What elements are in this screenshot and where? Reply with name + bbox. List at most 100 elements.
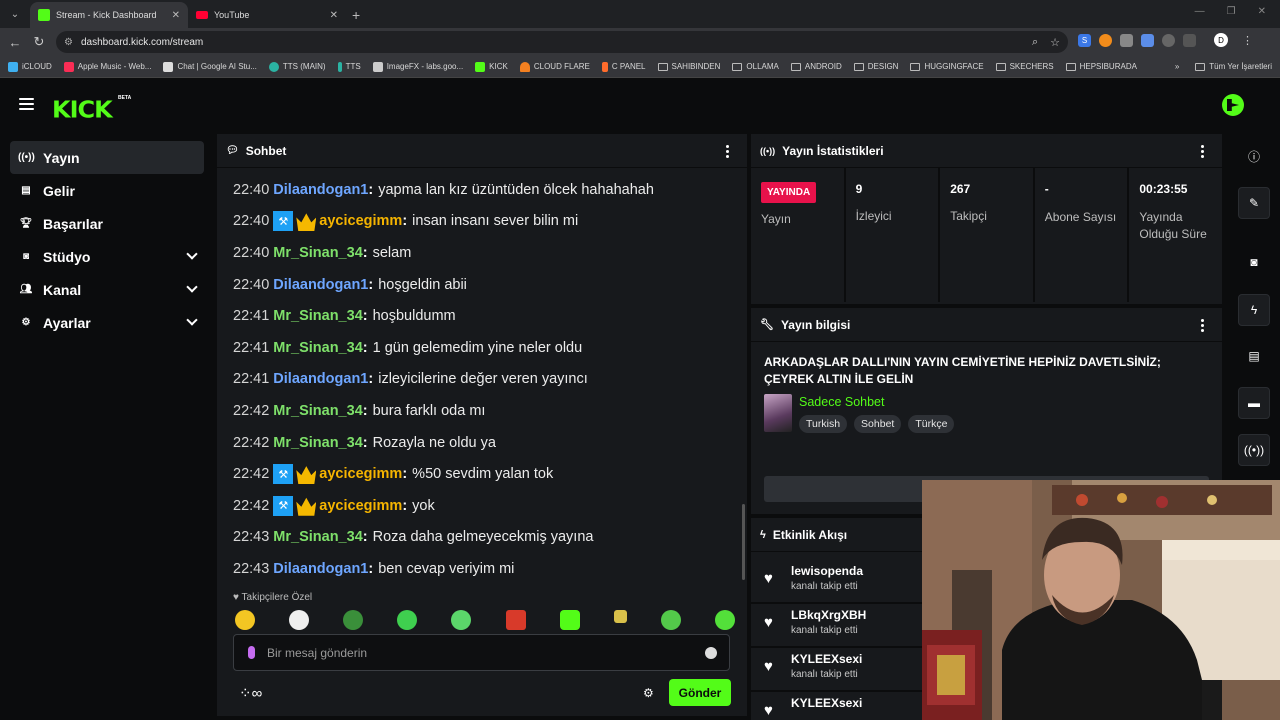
close-tab-icon[interactable]: ✕ bbox=[172, 10, 180, 21]
bookmark-folder-huggingface[interactable]: HUGGINGFACE bbox=[910, 62, 984, 71]
message-username[interactable]: Mr_Sinan_34 bbox=[273, 340, 362, 356]
message-username[interactable]: Dilaandogan1 bbox=[273, 371, 368, 387]
new-tab-icon[interactable]: + bbox=[352, 7, 360, 23]
emoji-icon[interactable] bbox=[705, 647, 717, 659]
browser-menu-icon[interactable]: ⋮ bbox=[1242, 34, 1253, 47]
chat-settings-gear-icon[interactable]: ⚙ bbox=[643, 686, 654, 700]
message-username[interactable]: aycicegimm bbox=[319, 213, 402, 229]
send-button[interactable]: Gönder bbox=[669, 679, 731, 706]
message-username[interactable]: Mr_Sinan_34 bbox=[273, 308, 362, 324]
bookmark-icloud[interactable]: iCLOUD bbox=[8, 61, 52, 72]
extension-s-icon[interactable]: S bbox=[1078, 33, 1091, 47]
message-username[interactable]: aycicegimm bbox=[319, 466, 402, 482]
bookmark-google-ai-studio[interactable]: Chat | Google AI Stu... bbox=[163, 61, 257, 72]
message-username[interactable]: Mr_Sinan_34 bbox=[273, 435, 362, 451]
zoom-icon[interactable]: ⌕ bbox=[1032, 36, 1038, 49]
bookmark-folder-hepsiburada[interactable]: HEPSIBURADA bbox=[1065, 62, 1137, 71]
sidebar-item-yayin[interactable]: ((•)) Yayın bbox=[10, 141, 204, 174]
bookmark-tts-main[interactable]: TTS (MAIN) bbox=[268, 61, 326, 72]
bookmark-folder-design[interactable]: DESIGN bbox=[853, 62, 898, 71]
extensions-puzzle-icon[interactable] bbox=[1183, 33, 1196, 47]
info-icon[interactable]: ⓘ bbox=[1238, 140, 1270, 172]
close-window-icon[interactable]: ✕ bbox=[1258, 6, 1266, 17]
info-menu-icon[interactable] bbox=[1201, 319, 1204, 332]
sidebar-item-gelir[interactable]: ▤ Gelir bbox=[10, 174, 204, 207]
kick-logo[interactable]: KICK bbox=[52, 97, 113, 124]
bookmark-cpanel[interactable]: C PANEL bbox=[601, 61, 646, 72]
moderator-badge-icon[interactable]: ⚒ bbox=[273, 464, 294, 485]
message-username[interactable]: Dilaandogan1 bbox=[273, 277, 368, 293]
emote-2[interactable] bbox=[289, 610, 310, 630]
emote-8[interactable] bbox=[613, 610, 627, 623]
close-tab-icon[interactable]: ✕ bbox=[330, 10, 338, 21]
tab-kick-dashboard[interactable]: Stream - Kick Dashboard ✕ bbox=[30, 2, 188, 28]
all-bookmarks-folder[interactable]: Tüm Yer İşaretleri bbox=[1195, 62, 1272, 71]
moderator-badge-icon[interactable]: ⚒ bbox=[273, 211, 294, 232]
notes-icon[interactable]: ▤ bbox=[1238, 340, 1270, 372]
bookmark-star-icon[interactable]: ☆ bbox=[1050, 36, 1060, 49]
site-info-icon[interactable]: ⚙ bbox=[64, 37, 73, 48]
more-bookmarks-icon[interactable]: » bbox=[1175, 62, 1179, 71]
message-username[interactable]: Dilaandogan1 bbox=[273, 561, 368, 577]
tag-chip[interactable]: Türkçe bbox=[908, 415, 955, 433]
emote-5[interactable] bbox=[451, 610, 472, 630]
message-username[interactable]: aycicegimm bbox=[319, 498, 402, 514]
extension-circle-icon[interactable] bbox=[1162, 33, 1175, 47]
pencil-icon[interactable]: ✎ bbox=[1238, 187, 1270, 219]
lightning-icon[interactable]: ϟ bbox=[1238, 294, 1270, 326]
menu-icon[interactable] bbox=[19, 98, 34, 110]
tag-chip[interactable]: Turkish bbox=[799, 415, 848, 433]
crown-badge-icon[interactable] bbox=[296, 466, 317, 485]
tab-youtube[interactable]: YouTube ✕ bbox=[188, 2, 346, 28]
message-username[interactable]: Dilaandogan1 bbox=[273, 182, 368, 198]
address-bar[interactable]: ⚙ dashboard.kick.com/stream ⌕ ☆ bbox=[56, 31, 1068, 53]
crown-badge-icon[interactable] bbox=[296, 497, 317, 516]
category-thumbnail[interactable] bbox=[764, 394, 792, 432]
bookmark-folder-ollama[interactable]: OLLAMA bbox=[732, 62, 779, 71]
chat-menu-icon[interactable] bbox=[726, 145, 729, 158]
extension-translate-icon[interactable] bbox=[1141, 33, 1154, 47]
broadcast-icon[interactable]: ((•)) bbox=[1238, 434, 1270, 466]
sidebar-item-ayarlar[interactable]: ⚙ Ayarlar bbox=[10, 306, 204, 339]
bookmark-kick[interactable]: KICK bbox=[475, 61, 508, 72]
crown-badge-icon[interactable] bbox=[296, 213, 317, 232]
chat-input[interactable]: Bir mesaj gönderin bbox=[233, 634, 730, 671]
chat-scrollbar[interactable] bbox=[742, 504, 745, 580]
back-icon[interactable]: ← bbox=[3, 35, 27, 50]
bookmark-folder-android[interactable]: ANDROID bbox=[790, 62, 842, 71]
message-username[interactable]: Mr_Sinan_34 bbox=[273, 403, 362, 419]
infinity-icon[interactable]: ⁘∞ bbox=[239, 684, 262, 702]
activity-username[interactable]: LBkqXrgXBH bbox=[791, 608, 866, 622]
message-username[interactable]: Mr_Sinan_34 bbox=[273, 529, 362, 545]
activity-username[interactable]: KYLEEXsexi bbox=[791, 652, 862, 666]
emote-9[interactable] bbox=[660, 610, 681, 630]
emote-3[interactable] bbox=[343, 610, 364, 630]
emote-4[interactable] bbox=[397, 610, 418, 630]
bookmark-folder-skechers[interactable]: SKECHERS bbox=[995, 62, 1054, 71]
bookmark-folder-sahibinden[interactable]: SAHIBINDEN bbox=[657, 62, 720, 71]
emote-10[interactable] bbox=[714, 610, 735, 630]
sidebar-item-kanal[interactable]: 👥︎ Kanal bbox=[10, 273, 204, 306]
user-avatar[interactable] bbox=[1222, 94, 1244, 116]
camera-icon[interactable]: ◙ bbox=[1238, 246, 1270, 278]
emote-7[interactable] bbox=[559, 610, 580, 630]
activity-username[interactable]: lewisopenda bbox=[791, 564, 863, 578]
profile-avatar-icon[interactable]: D bbox=[1214, 33, 1228, 47]
tag-chip[interactable]: Sohbet bbox=[854, 415, 902, 433]
bookmark-imagefx[interactable]: ImageFX - labs.goo... bbox=[372, 61, 463, 72]
message-username[interactable]: Mr_Sinan_34 bbox=[273, 245, 362, 261]
sidebar-item-basarilar[interactable]: 🏆︎ Başarılar bbox=[10, 207, 204, 240]
category-link[interactable]: Sadece Sohbet bbox=[799, 395, 885, 409]
bookmark-tts[interactable]: TTS bbox=[337, 61, 361, 72]
moderator-badge-icon[interactable]: ⚒ bbox=[273, 495, 294, 516]
extension-orange-icon[interactable] bbox=[1099, 33, 1112, 47]
minimize-icon[interactable]: — bbox=[1195, 6, 1205, 17]
tab-search-icon[interactable]: ⌄ bbox=[4, 3, 26, 25]
restore-icon[interactable]: ❐ bbox=[1227, 6, 1236, 17]
chat-bubble-icon[interactable]: ▬ bbox=[1238, 387, 1270, 419]
reload-icon[interactable]: ↻ bbox=[27, 34, 51, 50]
extension-grey-icon[interactable] bbox=[1120, 33, 1133, 47]
bookmark-cloudflare[interactable]: CLOUD FLARE bbox=[519, 61, 590, 72]
bookmark-apple-music[interactable]: Apple Music - Web... bbox=[63, 61, 151, 72]
sidebar-item-studyo[interactable]: ◙ Stüdyo bbox=[10, 240, 204, 273]
